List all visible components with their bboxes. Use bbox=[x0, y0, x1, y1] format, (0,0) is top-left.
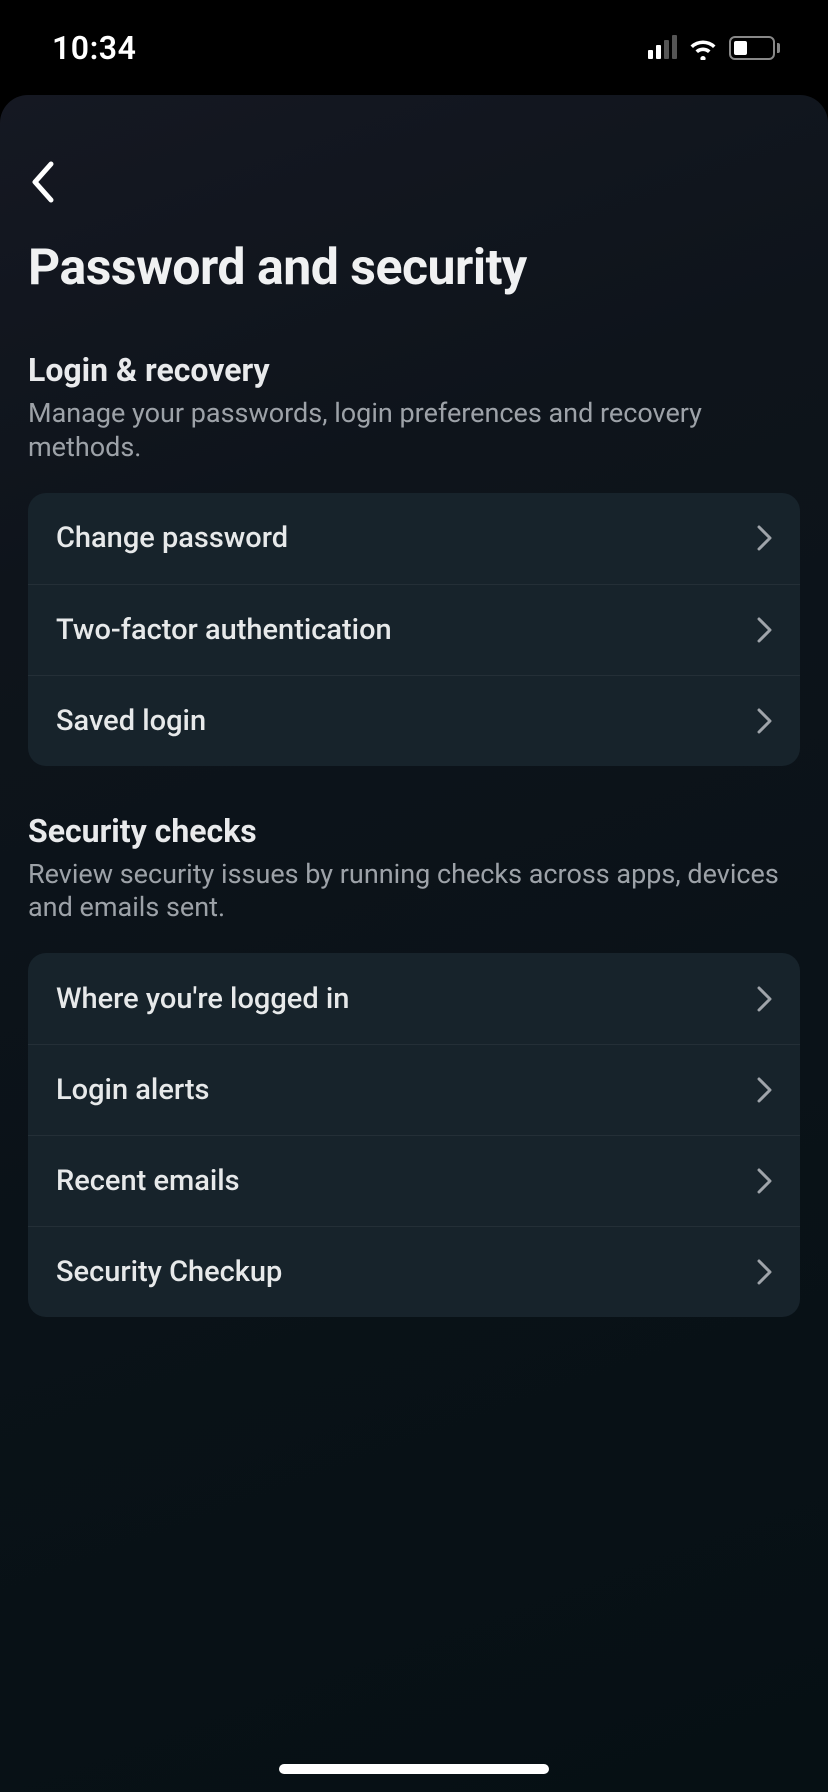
chevron-right-icon bbox=[757, 617, 772, 643]
chevron-right-icon bbox=[757, 525, 772, 551]
list-item-label: Two-factor authentication bbox=[56, 613, 392, 647]
sheet-header: Password and security bbox=[28, 95, 800, 321]
chevron-right-icon bbox=[757, 708, 772, 734]
list-item-label: Recent emails bbox=[56, 1164, 240, 1198]
list-item-label: Change password bbox=[56, 521, 288, 555]
chevron-left-icon bbox=[30, 161, 56, 203]
item-saved-login[interactable]: Saved login bbox=[28, 675, 800, 766]
list-item-label: Where you're logged in bbox=[56, 982, 349, 1016]
section-description: Manage your passwords, login preferences… bbox=[28, 397, 800, 465]
list-item-label: Login alerts bbox=[56, 1073, 209, 1107]
chevron-right-icon bbox=[757, 986, 772, 1012]
wifi-icon bbox=[687, 36, 719, 60]
back-button[interactable] bbox=[30, 155, 56, 209]
section-security-checks: Security checks Review security issues b… bbox=[28, 812, 800, 1318]
list-item-label: Security Checkup bbox=[56, 1255, 282, 1289]
item-security-checkup[interactable]: Security Checkup bbox=[28, 1226, 800, 1317]
status-indicators bbox=[648, 36, 780, 60]
section-title: Login & recovery bbox=[28, 351, 800, 389]
item-change-password[interactable]: Change password bbox=[28, 493, 800, 584]
item-where-logged-in[interactable]: Where you're logged in bbox=[28, 953, 800, 1044]
status-time: 10:34 bbox=[52, 29, 136, 67]
item-recent-emails[interactable]: Recent emails bbox=[28, 1135, 800, 1226]
item-login-alerts[interactable]: Login alerts bbox=[28, 1044, 800, 1135]
section-login-recovery: Login & recovery Manage your passwords, … bbox=[28, 351, 800, 766]
chevron-right-icon bbox=[757, 1259, 772, 1285]
list-login-recovery: Change password Two-factor authenticatio… bbox=[28, 493, 800, 766]
list-item-label: Saved login bbox=[56, 704, 206, 738]
page-title: Password and security bbox=[28, 239, 800, 297]
section-title: Security checks bbox=[28, 812, 800, 850]
settings-sheet: Password and security Login & recovery M… bbox=[0, 95, 828, 1792]
chevron-right-icon bbox=[757, 1077, 772, 1103]
list-security-checks: Where you're logged in Login alerts Rece… bbox=[28, 953, 800, 1317]
item-two-factor-authentication[interactable]: Two-factor authentication bbox=[28, 584, 800, 675]
battery-icon bbox=[729, 36, 780, 60]
chevron-right-icon bbox=[757, 1168, 772, 1194]
cellular-signal-icon bbox=[648, 37, 677, 59]
section-description: Review security issues by running checks… bbox=[28, 858, 800, 926]
home-indicator[interactable] bbox=[279, 1764, 549, 1774]
status-bar: 10:34 bbox=[0, 0, 828, 95]
